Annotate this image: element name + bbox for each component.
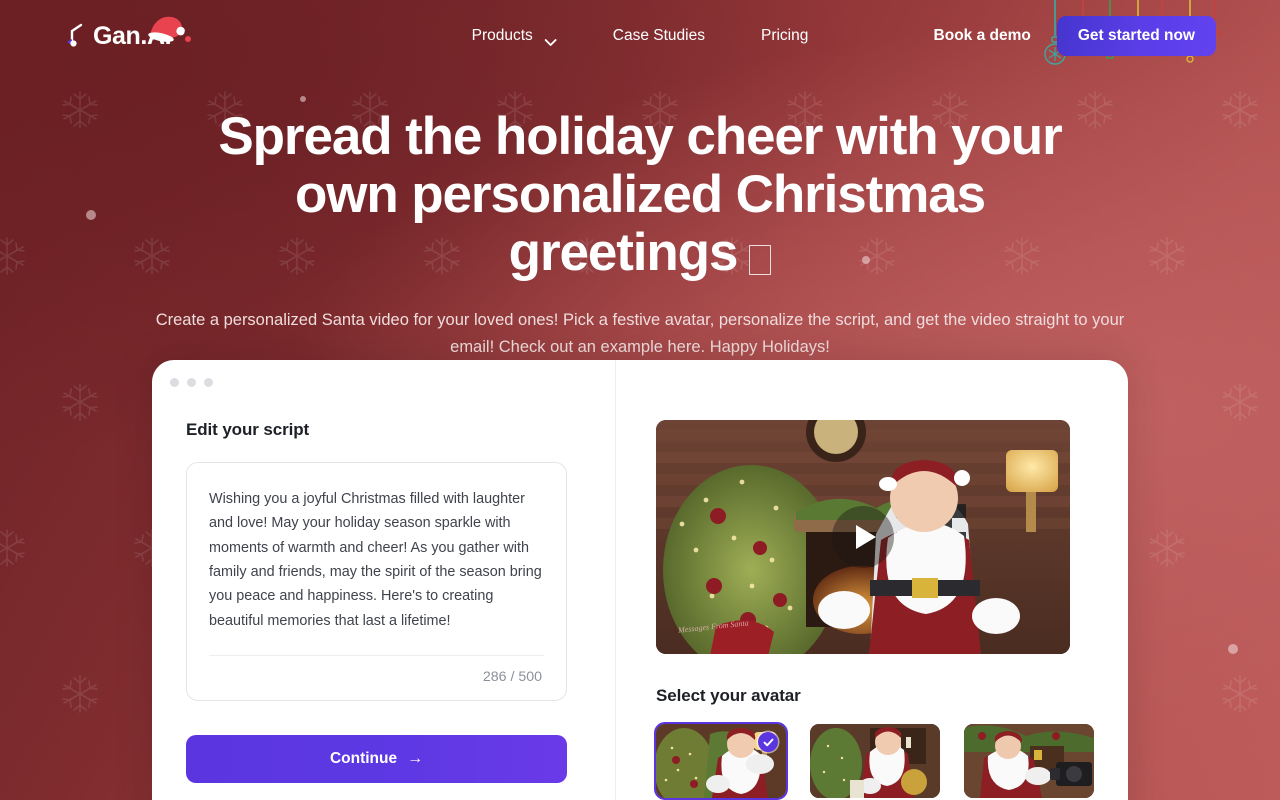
- continue-button[interactable]: Continue →: [186, 735, 568, 784]
- snowflake-icon: [1218, 380, 1262, 424]
- nav-item-pricing-label: Pricing: [760, 27, 809, 44]
- play-icon[interactable]: [832, 506, 894, 568]
- gan-ai-note-icon: [64, 23, 86, 49]
- character-counter: 286 / 500: [482, 669, 543, 686]
- book-a-demo-link[interactable]: Book a demo: [934, 27, 1031, 45]
- hero-section: Spread the holiday cheer with your own p…: [0, 108, 1280, 361]
- snowflake-icon: [0, 526, 29, 570]
- get-started-now-button[interactable]: Get started now: [1056, 16, 1216, 56]
- snow-dot: [1228, 644, 1238, 654]
- avatar-option[interactable]: [810, 724, 940, 798]
- script-panel-title: Edit your script: [186, 420, 310, 439]
- avatars-title: Select your avatar: [656, 686, 801, 705]
- avatar-list: [654, 722, 1094, 800]
- nav-item-case-studies[interactable]: Case Studies: [585, 27, 733, 45]
- script-input[interactable]: Wishing you a joyful Christmas filled wi…: [209, 487, 544, 633]
- chevron-down-icon: [544, 33, 557, 46]
- snowflake-icon: [1145, 526, 1189, 570]
- preview-panel: Messages From Santa Select your avatar: [616, 420, 1094, 800]
- nav-links: Products Case Studies Pricing: [444, 27, 837, 46]
- nav-item-case-studies-label: Case Studies: [612, 27, 705, 44]
- script-editor[interactable]: Wishing you a joyful Christmas filled wi…: [186, 462, 568, 702]
- video-preview[interactable]: Messages From Santa: [656, 420, 1070, 654]
- window-dot: [187, 378, 196, 387]
- hero-subtitle: Create a personalized Santa video for yo…: [155, 311, 1125, 357]
- snow-dot: [300, 96, 306, 102]
- page-title: Spread the holiday cheer with your own p…: [180, 108, 1100, 281]
- snowflake-icon: [58, 672, 102, 716]
- window-dot: [170, 378, 179, 387]
- app-preview-card: Edit your script Wishing you a joyful Ch…: [152, 360, 1128, 800]
- check-icon: [758, 732, 778, 752]
- character-counter-row: 286 / 500: [209, 655, 545, 700]
- window-dots: [170, 378, 213, 387]
- nav-item-products[interactable]: Products: [444, 27, 585, 46]
- nav-item-pricing[interactable]: Pricing: [733, 27, 836, 45]
- snowflake-icon: [1218, 672, 1262, 716]
- headline-text: Spread the holiday cheer with your own p…: [218, 107, 1062, 282]
- script-panel: Edit your script Wishing you a joyful Ch…: [186, 420, 615, 800]
- nav-actions: Book a demo Get started now: [934, 16, 1216, 56]
- continue-button-label: Continue: [329, 750, 398, 768]
- window-dot: [204, 378, 213, 387]
- avatar-option[interactable]: [964, 724, 1094, 798]
- avatar-option[interactable]: [654, 722, 788, 800]
- logo-accent-dot: [185, 35, 192, 42]
- brand-logo[interactable]: Gan.AI: [64, 16, 192, 51]
- top-navigation-bar: Gan.AI Products Case Studies Pricing Boo…: [0, 0, 1280, 72]
- snowflake-icon: [58, 380, 102, 424]
- nav-item-products-label: Products: [471, 27, 533, 44]
- missing-glyph-box: [749, 244, 772, 275]
- arrow-right-icon: →: [407, 750, 424, 768]
